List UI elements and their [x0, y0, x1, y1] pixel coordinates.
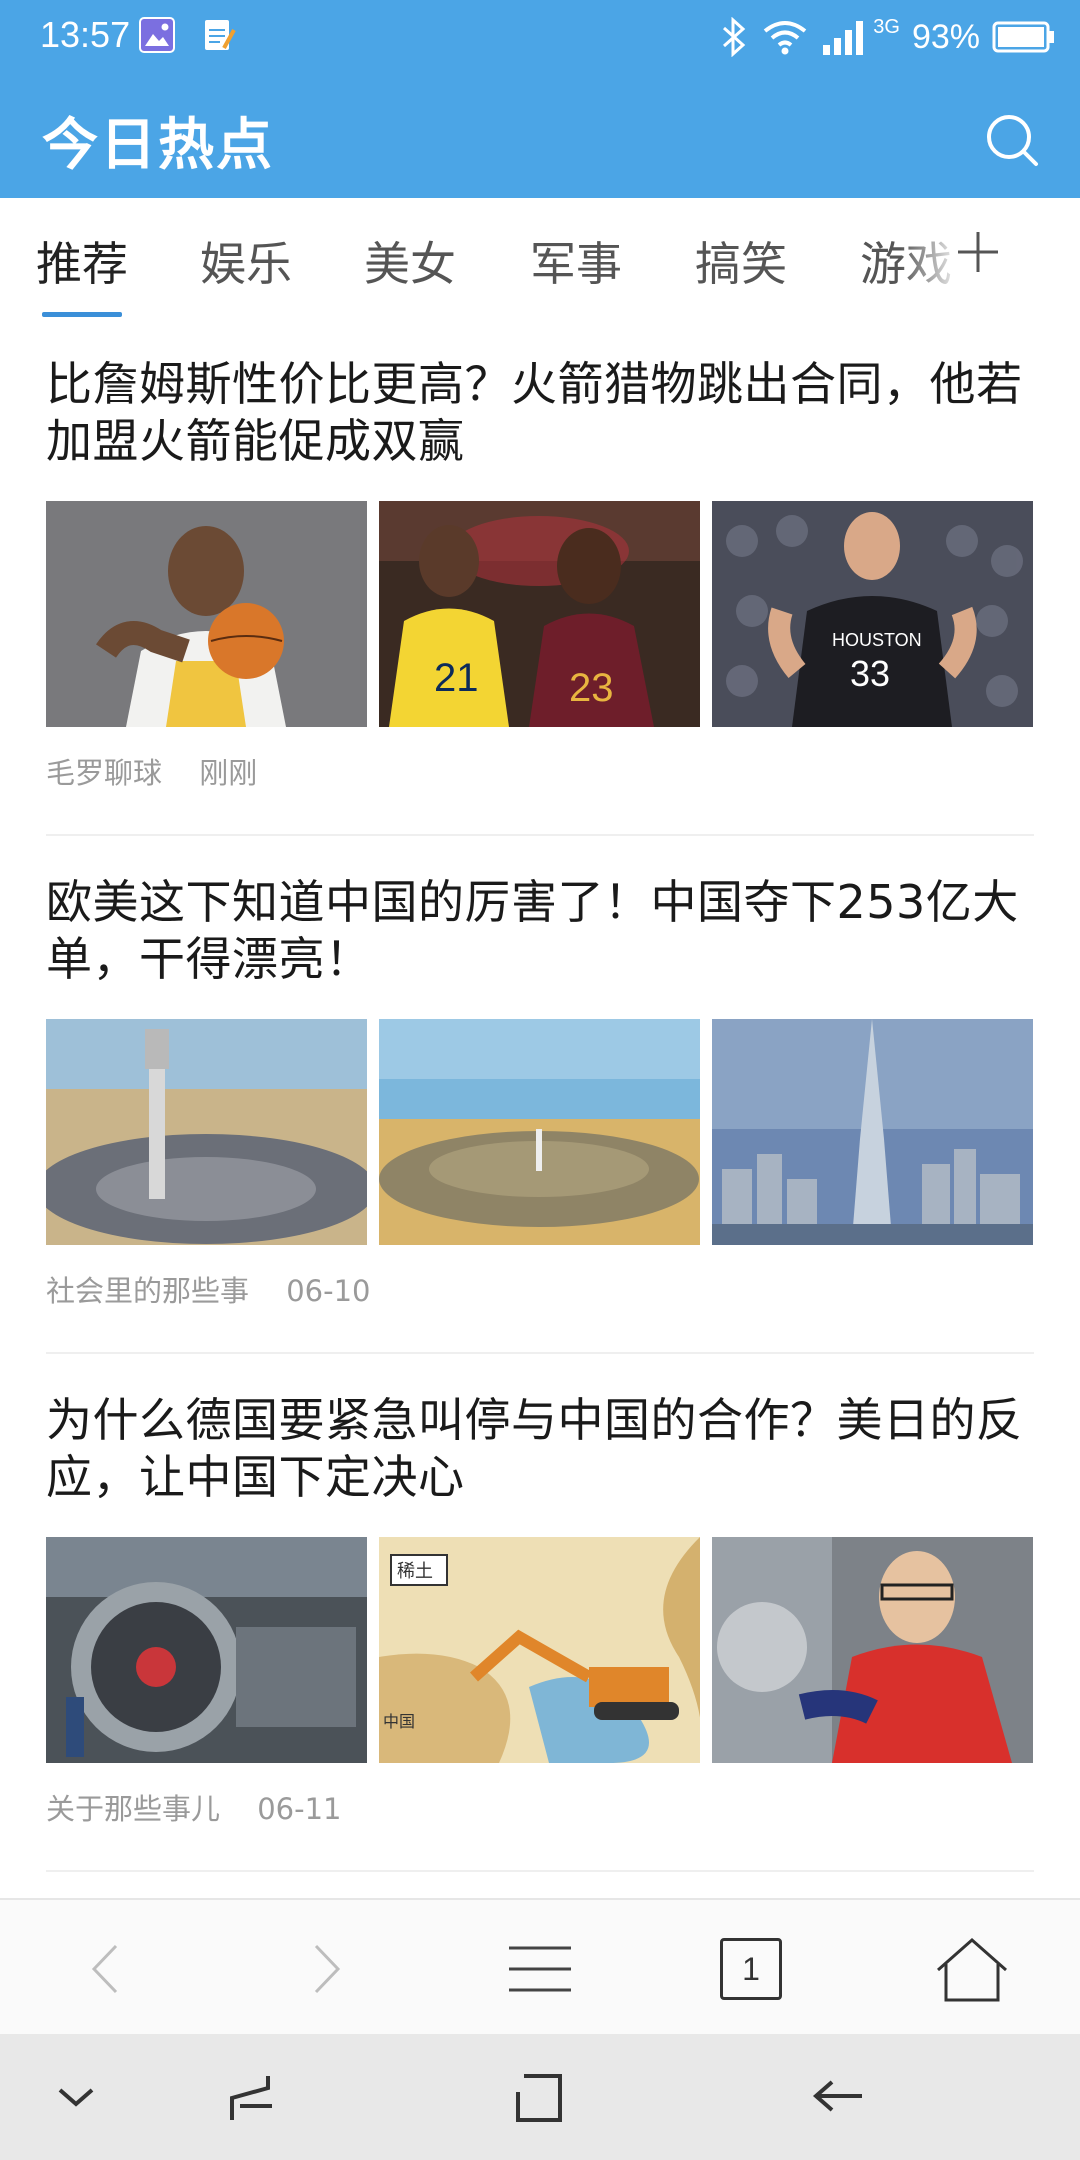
app-root: 13:57 3G 93% 今日热点 推荐 娱乐 美女 军事 搞笑 比詹姆斯性价比…: [0, 0, 1080, 2160]
news-images: 21 23 HOUSTON 33: [46, 501, 1033, 727]
tab-entertainment[interactable]: 娱乐: [200, 228, 292, 294]
news-thumbnail[interactable]: 稀土 中国: [379, 1537, 700, 1763]
news-title[interactable]: 欧美这下知道中国的厉害了！中国夺下253亿大单，干得漂亮！: [46, 874, 1034, 988]
tab-military[interactable]: 军事: [530, 228, 622, 294]
status-right-cluster: 3G 93%: [719, 12, 1056, 62]
divider: [46, 1352, 1034, 1354]
divider: [46, 834, 1034, 836]
svg-text:23: 23: [569, 666, 614, 710]
forward-arrow-icon[interactable]: [290, 1934, 360, 2004]
home-icon[interactable]: [934, 1934, 1010, 2004]
news-source: 社会里的那些事: [46, 1274, 250, 1308]
wifi-icon: [764, 21, 807, 55]
back-arrow-icon[interactable]: [72, 1934, 142, 2004]
add-channel-icon[interactable]: [950, 224, 1006, 280]
news-item[interactable]: 比詹姆斯性价比更高？火箭猎物跳出合同，他若加盟火箭能促成双赢 21 23 HOU…: [46, 356, 1034, 796]
divider: [46, 1870, 1034, 1872]
active-tab-indicator: [42, 312, 122, 317]
news-thumbnail[interactable]: HOUSTON 33: [712, 501, 1033, 727]
svg-text:中国: 中国: [383, 1712, 415, 1731]
news-thumbnail[interactable]: [46, 1537, 367, 1763]
news-thumbnail[interactable]: [712, 1537, 1033, 1763]
news-source: 毛罗聊球: [46, 756, 163, 790]
battery-percent: 93%: [911, 17, 980, 56]
svg-text:HOUSTON: HOUSTON: [832, 630, 922, 650]
category-tabs: 推荐 娱乐 美女 军事 搞笑 游戏: [0, 198, 1080, 320]
news-thumbnail[interactable]: [46, 1019, 367, 1245]
svg-text:21: 21: [434, 656, 479, 700]
hide-nav-chevron-icon[interactable]: [44, 2066, 108, 2130]
network-type: 3G: [873, 16, 900, 38]
news-meta: 毛罗聊球 刚刚: [46, 750, 285, 792]
log-notification-icon: [205, 20, 236, 50]
tab-beauty[interactable]: 美女: [364, 228, 456, 294]
news-meta: 关于那些事儿 06-11: [46, 1786, 370, 1828]
news-item[interactable]: 欧美这下知道中国的厉害了！中国夺下253亿大单，干得漂亮！ 社会里的那些事 06…: [46, 874, 1034, 1314]
search-icon[interactable]: [984, 112, 1040, 168]
app-header: 今日热点: [0, 74, 1080, 198]
app-title: 今日热点: [42, 113, 274, 178]
back-nav-icon[interactable]: [806, 2066, 870, 2130]
tab-count-button[interactable]: 1: [720, 1938, 782, 2000]
system-navigation-bar: [0, 2034, 1080, 2160]
news-thumbnail[interactable]: 21 23: [379, 501, 700, 727]
gallery-notification-icon: [139, 17, 175, 53]
news-images: 稀土 中国: [46, 1537, 1033, 1763]
svg-text:33: 33: [850, 653, 890, 694]
tab-recommend[interactable]: 推荐: [36, 228, 128, 294]
menu-icon[interactable]: [505, 1934, 575, 2004]
bluetooth-icon: [723, 17, 746, 57]
status-bar: 13:57 3G 93%: [0, 0, 1080, 74]
news-thumbnail[interactable]: [379, 1019, 700, 1245]
news-time: 刚刚: [199, 756, 258, 790]
svg-text:稀土: 稀土: [397, 1561, 433, 1582]
tab-funny[interactable]: 搞笑: [695, 228, 787, 294]
news-time: 06-11: [257, 1792, 342, 1826]
news-meta: 社会里的那些事 06-10: [46, 1268, 399, 1310]
news-title[interactable]: 为什么德国要紧急叫停与中国的合作？美日的反应，让中国下定决心: [46, 1392, 1034, 1506]
news-title[interactable]: 比詹姆斯性价比更高？火箭猎物跳出合同，他若加盟火箭能促成双赢: [46, 356, 1034, 470]
status-time: 13:57: [40, 14, 131, 55]
news-images: [46, 1019, 1033, 1245]
tab-count: 1: [742, 1950, 760, 1987]
recents-icon[interactable]: [220, 2066, 284, 2130]
signal-icon: [823, 21, 864, 55]
news-thumbnail[interactable]: [46, 501, 367, 727]
battery-icon: [992, 21, 1054, 53]
news-source: 关于那些事儿: [46, 1792, 221, 1826]
home-nav-icon[interactable]: [508, 2066, 572, 2130]
browser-toolbar: 1: [0, 1898, 1080, 2034]
news-item[interactable]: 为什么德国要紧急叫停与中国的合作？美日的反应，让中国下定决心 稀土 中国 关于那…: [46, 1392, 1034, 1832]
news-thumbnail[interactable]: [712, 1019, 1033, 1245]
news-time: 06-10: [286, 1274, 371, 1308]
